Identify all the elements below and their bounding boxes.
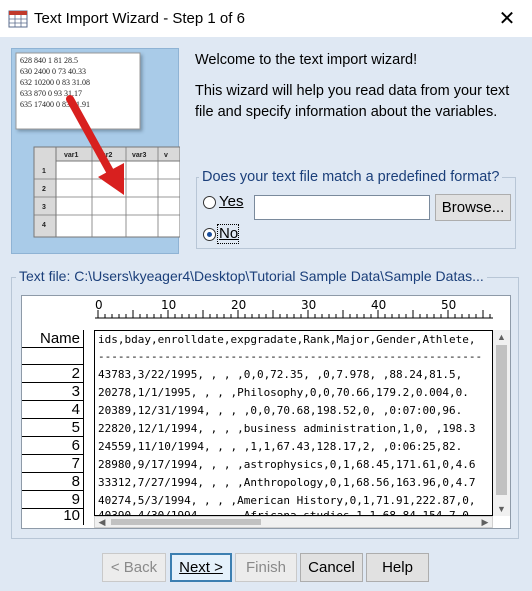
file-line: 22820,12/1/1994, , , ,business administr…	[98, 422, 476, 435]
row-number: 7	[71, 455, 80, 472]
sample-line: 630 2400 0 73 40.33	[20, 67, 86, 76]
grid-row-number: 4	[42, 222, 46, 229]
spss-data-icon	[8, 10, 28, 28]
grid-header: v	[164, 152, 168, 159]
cancel-button[interactable]: Cancel	[300, 553, 363, 582]
predefined-format-legend: Does your text file match a predefined f…	[199, 169, 503, 185]
no-label[interactable]: No	[219, 225, 238, 242]
row-number: 9	[71, 491, 80, 508]
illustration-graphic: 628 840 1 81 28.5 630 2400 0 73 40.33 63…	[15, 52, 181, 238]
text-file-legend: Text file: C:\Users\kyeager4\Desktop\Tut…	[16, 268, 487, 284]
no-radio[interactable]	[203, 228, 216, 241]
grid-row-number: 2	[42, 186, 46, 193]
file-line: 28980,9/17/1994, , , ,astrophysics,0,1,6…	[98, 458, 476, 471]
ruler-label: 50	[441, 298, 456, 312]
row-number: 10	[63, 507, 80, 524]
file-line: ids,bday,enrolldate,expgradate,Rank,Majo…	[98, 333, 476, 346]
file-preview: 0 10 20 30 40 50 Name 2 3 4 5 6 7 8 9 10	[21, 295, 511, 529]
yes-label[interactable]: Yes	[219, 193, 243, 210]
file-content-view[interactable]: ids,bday,enrolldate,expgradate,Rank,Majo…	[94, 330, 493, 516]
browse-button[interactable]: Browse...	[435, 194, 511, 221]
yes-radio[interactable]	[203, 196, 216, 209]
column-ruler: 0 10 20 30 40 50	[95, 298, 493, 319]
file-line: ----------------------------------------…	[98, 350, 483, 363]
row-number: 3	[71, 383, 80, 400]
welcome-description: This wizard will help you read data from…	[195, 83, 510, 120]
close-icon[interactable]: ✕	[488, 4, 526, 32]
window-title: Text Import Wizard - Step 1 of 6	[34, 10, 245, 27]
row-names-column: Name 2 3 4 5 6 7 8 9 10	[22, 330, 84, 525]
file-line: 24559,11/10/1994, , , ,1,1,67.43,128.17,…	[98, 440, 463, 453]
header-divider	[22, 347, 84, 348]
grid-header: var3	[132, 152, 147, 159]
format-path-input[interactable]	[254, 195, 430, 220]
vertical-scroll-thumb[interactable]	[496, 345, 507, 495]
sample-line: 635 17400 0 83 41.91	[20, 100, 90, 109]
scroll-up-icon[interactable]: ▲	[493, 330, 510, 344]
file-line: 20278,1/1/1995, , , ,Philosophy,0,0,70.6…	[98, 386, 469, 399]
welcome-heading: Welcome to the text import wizard!	[195, 52, 418, 68]
row-number: 2	[71, 365, 80, 382]
vertical-scrollbar[interactable]: ▲ ▼	[493, 330, 510, 516]
title-bar: Text Import Wizard - Step 1 of 6 ✕	[0, 0, 532, 37]
ruler-label: 10	[161, 298, 176, 312]
back-button[interactable]: < Back	[102, 553, 166, 582]
wizard-illustration: 628 840 1 81 28.5 630 2400 0 73 40.33 63…	[11, 48, 181, 254]
ruler-label: 30	[301, 298, 316, 312]
file-line: 43783,3/22/1995, , , ,0,0,72.35, ,0,7.97…	[98, 368, 463, 381]
ruler-label: 40	[371, 298, 386, 312]
row-number: 4	[71, 401, 80, 418]
scroll-left-icon[interactable]: ◀	[95, 517, 109, 527]
file-line: 33312,7/27/1994, , , ,Anthropology,0,1,6…	[98, 476, 476, 489]
grid-row-number: 1	[42, 168, 46, 175]
scroll-right-icon[interactable]: ▶	[478, 517, 492, 527]
sample-line: 628 840 1 81 28.5	[20, 56, 78, 65]
scroll-down-icon[interactable]: ▼	[493, 502, 510, 516]
horizontal-scroll-thumb[interactable]	[111, 519, 261, 525]
row-number: 8	[71, 473, 80, 490]
file-line: 40390,4/30/1994, , , ,Africana studies,1…	[98, 509, 476, 516]
name-header: Name	[39, 330, 80, 347]
file-line: 20389,12/31/1994, , , ,0,0,70.68,198.52,…	[98, 404, 463, 417]
help-button[interactable]: Help	[366, 553, 429, 582]
finish-button[interactable]: Finish	[235, 553, 297, 582]
sample-line: 632 10200 0 83 31.08	[20, 78, 90, 87]
row-number: 5	[71, 419, 80, 436]
horizontal-scrollbar[interactable]: ◀ ▶	[94, 516, 493, 528]
row-number: 6	[71, 437, 80, 454]
grid-header: var1	[64, 152, 79, 159]
ruler-label: 0	[95, 298, 103, 312]
next-button[interactable]: Next >	[170, 553, 232, 582]
grid-row-number: 3	[42, 204, 46, 211]
ruler-label: 20	[231, 298, 246, 312]
